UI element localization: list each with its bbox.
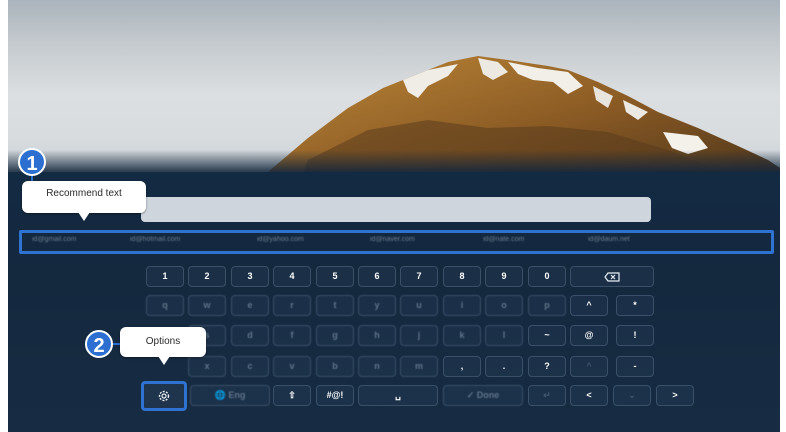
checkmark-icon: ✓ xyxy=(466,390,475,400)
suggestion-item[interactable]: id@hotmail.com xyxy=(130,236,180,243)
language-label: Eng xyxy=(228,390,246,400)
key-hyphen[interactable]: - xyxy=(616,356,654,377)
key-h[interactable]: h xyxy=(358,325,396,346)
key-g[interactable]: g xyxy=(316,325,354,346)
key-m[interactable]: m xyxy=(400,356,438,377)
key-period[interactable]: . xyxy=(485,356,523,377)
space-icon: ␣ xyxy=(395,390,401,400)
key-o[interactable]: o xyxy=(485,295,523,316)
tv-screen: id@gmail.com id@hotmail.com id@yahoo.com… xyxy=(8,0,780,432)
key-3[interactable]: 3 xyxy=(231,266,269,287)
callout-pointer xyxy=(78,212,90,221)
key-j[interactable]: j xyxy=(400,325,438,346)
suggestion-item[interactable]: id@nate.com xyxy=(483,236,524,243)
callout-label: Options xyxy=(145,336,181,347)
key-2[interactable]: 2 xyxy=(188,266,226,287)
key-q[interactable]: q xyxy=(146,295,184,316)
search-input[interactable] xyxy=(141,197,651,222)
key-0[interactable]: 0 xyxy=(528,266,566,287)
key-asterisk[interactable]: * xyxy=(616,295,654,316)
key-r[interactable]: r xyxy=(273,295,311,316)
suggestion-item[interactable]: id@yahoo.com xyxy=(257,236,304,243)
suggestion-item[interactable]: id@gmail.com xyxy=(32,236,76,243)
options-button[interactable] xyxy=(141,381,187,411)
key-b[interactable]: b xyxy=(316,356,354,377)
key-exclamation[interactable]: ! xyxy=(616,325,654,346)
key-caret[interactable]: ^ xyxy=(570,295,608,316)
shift-button[interactable]: ⇧ xyxy=(273,385,311,406)
key-t[interactable]: t xyxy=(316,295,354,316)
key-v[interactable]: v xyxy=(273,356,311,377)
key-up[interactable]: ^ xyxy=(570,356,608,377)
key-l[interactable]: l xyxy=(485,325,523,346)
cursor-left-button[interactable]: < xyxy=(570,385,608,406)
key-tilde[interactable]: ~ xyxy=(528,325,566,346)
key-1[interactable]: 1 xyxy=(146,266,184,287)
key-8[interactable]: 8 xyxy=(443,266,481,287)
globe-icon: 🌐 xyxy=(214,390,226,400)
key-y[interactable]: y xyxy=(358,295,396,316)
key-at[interactable]: @ xyxy=(570,325,608,346)
gear-icon xyxy=(158,390,170,402)
symbols-button[interactable]: #@! xyxy=(316,385,354,406)
callout-number-1: 1 xyxy=(18,148,46,176)
key-i[interactable]: i xyxy=(443,295,481,316)
callout-options: Options xyxy=(120,327,206,357)
cursor-right-button[interactable]: > xyxy=(656,385,694,406)
key-u[interactable]: u xyxy=(400,295,438,316)
key-x[interactable]: x xyxy=(188,356,226,377)
suggestion-item[interactable]: id@daum.net xyxy=(588,236,630,243)
callout-number-2: 2 xyxy=(85,330,113,358)
key-w[interactable]: w xyxy=(188,295,226,316)
key-9[interactable]: 9 xyxy=(485,266,523,287)
key-k[interactable]: k xyxy=(443,325,481,346)
key-c[interactable]: c xyxy=(231,356,269,377)
key-6[interactable]: 6 xyxy=(358,266,396,287)
callout-recommend-text: Recommend text xyxy=(22,181,146,213)
shift-icon: ⇧ xyxy=(288,390,296,400)
cursor-down-button[interactable]: ⌄ xyxy=(613,385,651,406)
key-4[interactable]: 4 xyxy=(273,266,311,287)
done-label: Done xyxy=(476,390,500,400)
space-button[interactable]: ␣ xyxy=(358,385,438,406)
key-p[interactable]: p xyxy=(528,295,566,316)
key-d[interactable]: d xyxy=(231,325,269,346)
language-button[interactable]: 🌐 Eng xyxy=(190,385,270,406)
key-e[interactable]: e xyxy=(231,295,269,316)
key-n[interactable]: n xyxy=(358,356,396,377)
enter-icon: ↵ xyxy=(543,390,551,400)
callout-label: Recommend text xyxy=(46,188,122,199)
key-5[interactable]: 5 xyxy=(316,266,354,287)
backspace-icon xyxy=(604,272,620,282)
callout-pointer xyxy=(158,356,170,365)
key-f[interactable]: f xyxy=(273,325,311,346)
key-question[interactable]: ? xyxy=(528,356,566,377)
enter-button[interactable]: ↵ xyxy=(528,385,566,406)
suggestion-item[interactable]: id@naver.com xyxy=(370,236,415,243)
done-button[interactable]: ✓ Done xyxy=(443,385,523,406)
key-7[interactable]: 7 xyxy=(400,266,438,287)
backspace-key[interactable] xyxy=(570,266,654,287)
key-comma[interactable]: , xyxy=(443,356,481,377)
